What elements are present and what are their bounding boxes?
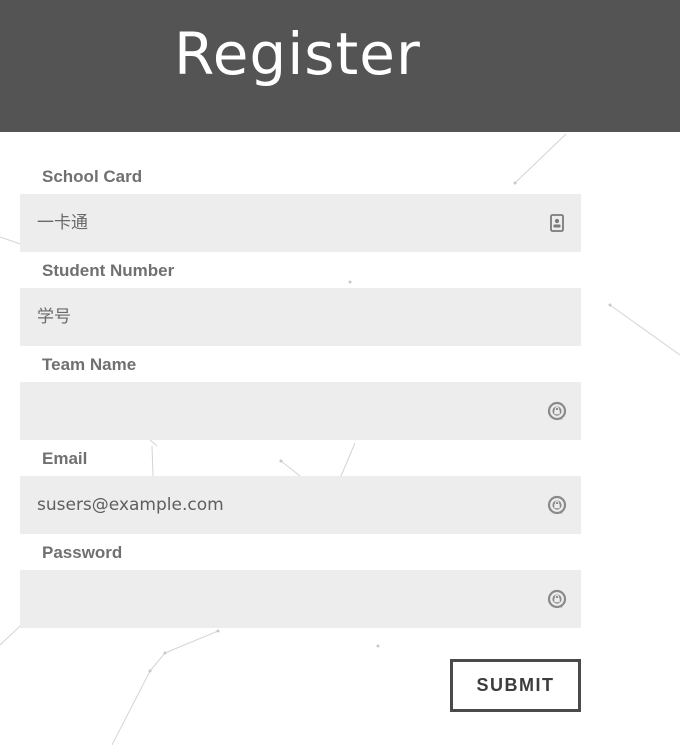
team-name-field xyxy=(20,382,581,440)
password-input[interactable] xyxy=(37,570,537,628)
id-card-icon xyxy=(550,214,564,232)
register-form: School Card Student Number Team Name Ema… xyxy=(0,0,680,745)
lock-icon xyxy=(547,589,567,609)
student-number-input[interactable] xyxy=(37,288,537,346)
school-card-input[interactable] xyxy=(37,194,537,252)
email-input[interactable] xyxy=(37,476,537,534)
password-field xyxy=(20,570,581,628)
submit-button[interactable]: SUBMIT xyxy=(450,659,581,712)
team-name-input[interactable] xyxy=(37,382,537,440)
team-name-label: Team Name xyxy=(42,355,137,374)
school-card-label: School Card xyxy=(42,167,143,186)
lock-icon xyxy=(547,495,567,515)
password-label: Password xyxy=(42,543,123,562)
email-label: Email xyxy=(42,449,88,468)
email-field xyxy=(20,476,581,534)
school-card-field xyxy=(20,194,581,252)
student-number-label: Student Number xyxy=(42,261,175,280)
lock-icon xyxy=(547,401,567,421)
student-number-field xyxy=(20,288,581,346)
